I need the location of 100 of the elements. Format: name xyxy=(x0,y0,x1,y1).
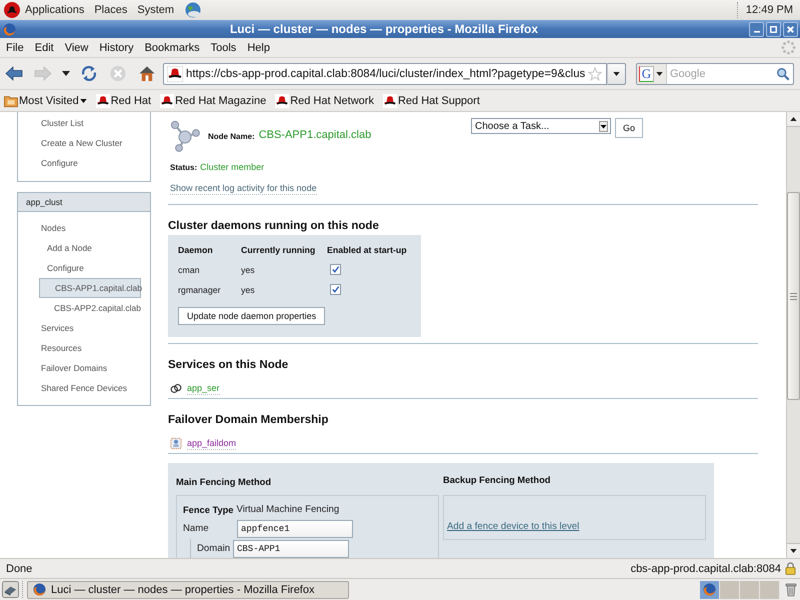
sidebar-item[interactable]: CBS-APP1.capital.clab xyxy=(39,278,141,298)
fence-type-value: Virtual Machine Fencing xyxy=(236,504,340,515)
caret-icon xyxy=(656,72,663,76)
node-name: CBS-APP1.capital.clab xyxy=(258,129,372,141)
checkbox[interactable] xyxy=(330,264,341,275)
bookmark[interactable]: Red Hat Network xyxy=(275,94,374,108)
clock[interactable]: 12:49 PM xyxy=(746,4,793,16)
hat-icon xyxy=(275,94,290,108)
sidebar-item[interactable]: CBS-APP2.capital.clab xyxy=(39,298,141,318)
sidebar-item[interactable]: Shared Fence Devices xyxy=(41,378,150,398)
caret-icon xyxy=(80,98,87,102)
close-button[interactable] xyxy=(783,22,798,36)
checkbox[interactable] xyxy=(330,284,341,295)
star-icon[interactable] xyxy=(588,66,602,80)
close-icon xyxy=(787,26,794,32)
caret-icon[interactable] xyxy=(62,71,70,76)
search-field[interactable]: G Google xyxy=(636,62,794,84)
workspace-tile[interactable] xyxy=(760,580,780,598)
minimize-icon xyxy=(754,30,760,33)
update-button[interactable]: Update node daemon properties xyxy=(178,307,326,325)
column-header: Enabled at start-up xyxy=(327,245,408,255)
arrow-down-icon xyxy=(790,549,797,553)
panel-menu[interactable]: System xyxy=(137,4,174,16)
sidebar-link[interactable]: Create a New Cluster xyxy=(41,133,150,153)
menu-item[interactable]: View xyxy=(64,42,88,54)
fence-type-label: Fence Type xyxy=(183,504,234,514)
panel-menu[interactable]: Places xyxy=(94,4,128,16)
search-engine-button[interactable]: G xyxy=(637,64,667,84)
scrollbar[interactable] xyxy=(786,112,800,558)
sidebar-item[interactable]: Services xyxy=(41,318,150,338)
hat-icon xyxy=(160,94,174,108)
table-cell-text: cman xyxy=(178,265,201,275)
sidebar-item[interactable]: Configure xyxy=(47,258,150,278)
show-desktop-icon[interactable] xyxy=(2,581,19,598)
menu-item[interactable]: File xyxy=(6,42,24,54)
menu-item[interactable]: Tools xyxy=(210,42,236,54)
domain-icon xyxy=(170,436,182,450)
globe-icon[interactable] xyxy=(185,2,202,18)
scroll-up-button[interactable] xyxy=(787,112,800,127)
name-field[interactable]: appfence1 xyxy=(237,520,353,538)
node-name-label: Node Name: xyxy=(208,132,255,141)
back-icon[interactable] xyxy=(5,65,23,82)
service-link[interactable]: app_ser xyxy=(187,382,220,394)
sidebar-item[interactable]: Failover Domains xyxy=(41,358,150,378)
go-button[interactable]: Go xyxy=(614,118,643,138)
section-heading: Failover Domain Membership xyxy=(168,413,330,427)
section-heading: Cluster daemons running on this node xyxy=(168,219,380,233)
hat-icon xyxy=(382,94,397,108)
padlock-icon[interactable] xyxy=(785,562,796,575)
sidebar-item[interactable]: Nodes xyxy=(41,218,150,238)
bookmark[interactable]: Red Hat xyxy=(96,94,152,108)
field-label: Name xyxy=(183,523,210,534)
workspace-tile[interactable] xyxy=(740,580,760,598)
status-text: Done xyxy=(6,562,32,574)
browser-logo-icon xyxy=(3,22,16,36)
hat-icon[interactable] xyxy=(4,2,20,18)
reload-icon[interactable] xyxy=(80,65,98,82)
column-header: Currently running xyxy=(241,245,316,255)
menu-item[interactable]: Help xyxy=(247,42,270,54)
table-cell-text: yes xyxy=(241,265,256,275)
log-link[interactable]: Show recent log activity for this node xyxy=(170,182,317,194)
home-icon[interactable] xyxy=(138,65,156,82)
folder-icon xyxy=(4,94,18,108)
add-fence-device-link[interactable]: Add a fence device to this level xyxy=(447,521,580,532)
status-value: Cluster member xyxy=(200,162,264,172)
minimize-button[interactable] xyxy=(749,22,764,36)
sidebar-link[interactable]: Configure xyxy=(41,153,150,173)
scroll-down-button[interactable] xyxy=(787,543,800,558)
sidebar-item[interactable]: Resources xyxy=(41,338,150,358)
menu-item[interactable]: Bookmarks xyxy=(144,42,200,54)
trash-icon[interactable] xyxy=(785,582,797,597)
url-dropdown-button[interactable] xyxy=(607,62,626,84)
sidebar-link[interactable]: Cluster List xyxy=(41,113,150,133)
column-header: Daemon xyxy=(178,245,214,255)
url-field[interactable]: https://cbs-app-prod.capital.clab:8084/luci/cluster/index_html?pagetype=9&clus xyxy=(163,62,607,84)
menu-item[interactable]: Edit xyxy=(34,42,54,54)
bookmark[interactable]: Red Hat Support xyxy=(382,94,480,108)
throbber-icon xyxy=(781,40,796,55)
failover-domain-link[interactable]: app_faildom xyxy=(187,436,236,450)
domain-field[interactable]: CBS-APP1 xyxy=(233,540,349,558)
arrow-up-icon xyxy=(790,117,797,121)
workspace-tile[interactable] xyxy=(700,580,720,598)
workspace-tile[interactable] xyxy=(720,580,740,598)
fencing-heading: Main Fencing Method xyxy=(176,477,272,489)
hat-icon xyxy=(96,94,110,108)
bookmark[interactable]: Most Visited xyxy=(4,94,87,108)
panel-menu[interactable]: Applications xyxy=(25,4,84,16)
hat-icon xyxy=(167,66,183,82)
browser-logo-icon xyxy=(703,583,716,596)
maximize-icon xyxy=(770,26,777,32)
search-icon[interactable] xyxy=(776,66,790,80)
taskbar-window-button[interactable]: Luci — cluster — nodes — properties - Mozilla Firefox xyxy=(27,580,349,598)
maximize-button[interactable] xyxy=(766,22,781,36)
task-select[interactable]: Choose a Task... xyxy=(470,118,611,134)
status-host: cbs-app-prod.capital.clab:8084 xyxy=(630,562,781,574)
menu-item[interactable]: History xyxy=(99,42,134,54)
sidebar-item[interactable]: Add a Node xyxy=(47,238,150,258)
window-title: Luci — cluster — nodes — properties - Mozilla Firefox xyxy=(230,22,538,36)
bookmark[interactable]: Red Hat Magazine xyxy=(160,94,266,108)
scrollbar-thumb[interactable] xyxy=(787,192,800,400)
